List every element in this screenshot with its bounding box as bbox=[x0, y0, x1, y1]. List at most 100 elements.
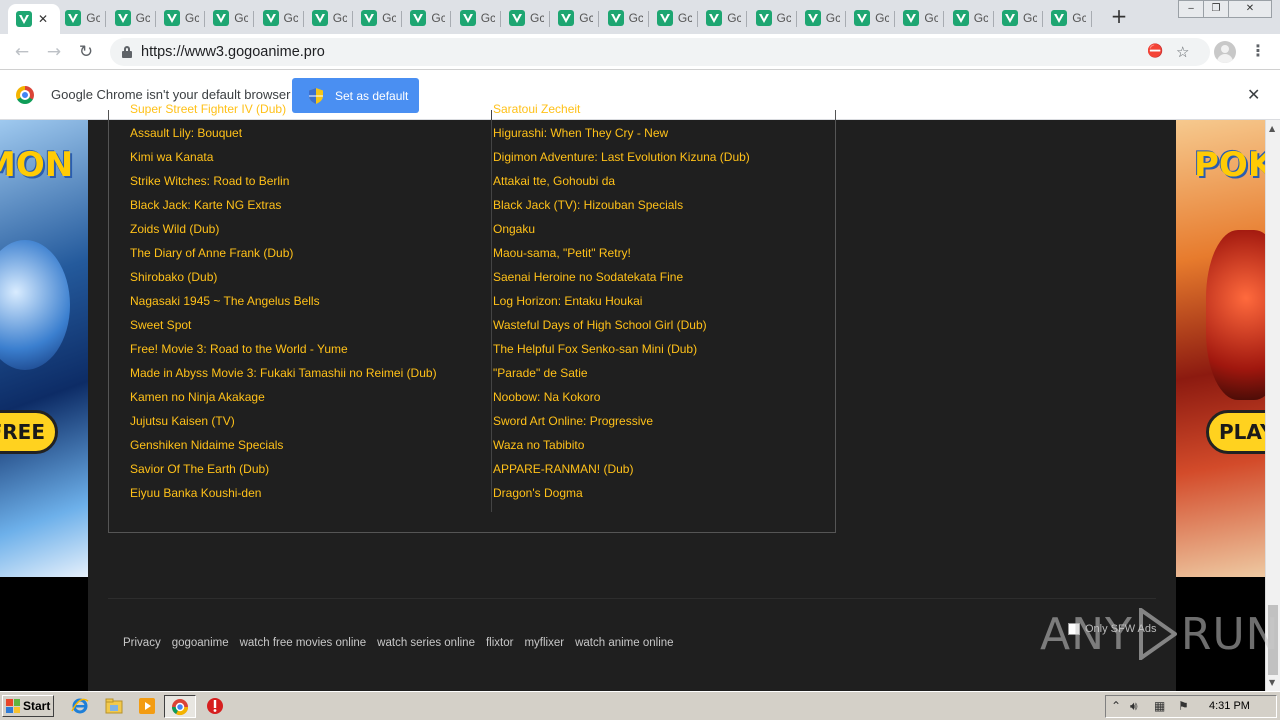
site-favicon-icon bbox=[755, 10, 772, 26]
anime-title-link[interactable]: Super Street Fighter IV (Dub) bbox=[130, 102, 286, 116]
action-center-flag-icon[interactable]: ⚑ bbox=[1178, 699, 1189, 713]
right-side-ad[interactable]: POK PLAY bbox=[1176, 120, 1265, 577]
footer-link[interactable]: watch anime online bbox=[575, 637, 673, 649]
anime-title-link[interactable]: "Parade" de Satie bbox=[493, 366, 588, 380]
anime-title-link[interactable]: Attakai tte, Gohoubi da bbox=[493, 174, 615, 188]
browser-tab[interactable]: Gc bbox=[402, 4, 452, 32]
anime-title-link[interactable]: Digimon Adventure: Last Evolution Kizuna… bbox=[493, 150, 750, 164]
browser-tab[interactable]: Gc bbox=[107, 4, 156, 32]
browser-tab[interactable]: Gc bbox=[649, 4, 698, 32]
close-window-button[interactable]: ✕ bbox=[1228, 0, 1272, 18]
anime-title-link[interactable]: APPARE-RANMAN! (Dub) bbox=[493, 462, 633, 476]
tab-title: Gc bbox=[480, 11, 495, 25]
browser-tab[interactable]: Gc bbox=[748, 4, 797, 32]
tray-expand-icon[interactable]: ⌃ bbox=[1111, 699, 1121, 713]
minimize-button[interactable]: ‒ bbox=[1178, 0, 1204, 18]
scroll-up-arrow-icon[interactable]: ▲ bbox=[1269, 124, 1275, 133]
anime-title-link[interactable]: Dragon's Dogma bbox=[493, 486, 583, 500]
anime-title-link[interactable]: Sword Art Online: Progressive bbox=[493, 414, 653, 428]
anime-title-link[interactable]: Jujutsu Kaisen (TV) bbox=[130, 414, 235, 428]
bookmark-star-icon[interactable]: ☆ bbox=[1176, 43, 1189, 61]
anime-title-link[interactable]: Nagasaki 1945 ~ The Angelus Bells bbox=[130, 294, 320, 308]
anime-title-link[interactable]: Shirobako (Dub) bbox=[130, 270, 217, 284]
start-button[interactable]: Start bbox=[2, 695, 54, 717]
anime-title-link[interactable]: Black Jack: Karte NG Extras bbox=[130, 198, 281, 212]
footer-link[interactable]: gogoanime bbox=[172, 637, 229, 649]
footer-link[interactable]: flixtor bbox=[486, 637, 513, 649]
footer-link[interactable]: watch series online bbox=[377, 637, 475, 649]
browser-tab[interactable]: Gc bbox=[895, 4, 945, 32]
reload-button[interactable]: ↻ bbox=[76, 42, 96, 62]
maximize-button[interactable]: ❐ bbox=[1203, 0, 1229, 18]
browser-tab[interactable]: ✕ bbox=[8, 4, 60, 34]
chrome-menu-button[interactable]: ⋮ bbox=[1250, 41, 1266, 60]
browser-tab[interactable]: Gc bbox=[353, 4, 403, 32]
anime-title-link[interactable]: Eiyuu Banka Koushi-den bbox=[130, 486, 261, 500]
anime-title-link[interactable]: Saenai Heroine no Sodatekata Fine bbox=[493, 270, 683, 284]
browser-tab[interactable]: Gc bbox=[600, 4, 649, 32]
anime-title-link[interactable]: Assault Lily: Bouquet bbox=[130, 126, 242, 140]
browser-tab[interactable]: Gc bbox=[304, 4, 353, 32]
browser-tab[interactable]: Gc bbox=[452, 4, 501, 32]
anime-title-link[interactable]: Wasteful Days of High School Girl (Dub) bbox=[493, 318, 707, 332]
site-favicon-icon bbox=[361, 10, 378, 26]
close-tab-icon[interactable]: ✕ bbox=[38, 12, 48, 26]
popup-blocked-icon[interactable]: ⛔ bbox=[1147, 44, 1163, 59]
left-side-ad[interactable]: MON FREE bbox=[0, 120, 88, 577]
browser-tab[interactable]: Gc bbox=[698, 4, 748, 32]
anime-title-link[interactable]: Black Jack (TV): Hizouban Specials bbox=[493, 198, 683, 212]
network-icon[interactable]: ▦ bbox=[1154, 699, 1165, 713]
stop-app-icon[interactable] bbox=[206, 697, 224, 715]
anime-title-link[interactable]: Maou-sama, "Petit" Retry! bbox=[493, 246, 631, 260]
internet-explorer-icon[interactable] bbox=[71, 697, 89, 715]
new-tab-button[interactable]: + bbox=[1108, 6, 1130, 28]
ad-free-button[interactable]: FREE bbox=[0, 410, 58, 454]
anime-title-link[interactable]: Log Horizon: Entaku Houkai bbox=[493, 294, 642, 308]
browser-tab[interactable]: Gc bbox=[1043, 4, 1093, 32]
browser-tab[interactable]: Gc bbox=[255, 4, 304, 32]
browser-tab[interactable]: Gc bbox=[797, 4, 846, 32]
anime-title-link[interactable]: Kamen no Ninja Akakage bbox=[130, 390, 265, 404]
browser-tab[interactable]: Gc bbox=[550, 4, 600, 32]
anime-title-link[interactable]: Zoids Wild (Dub) bbox=[130, 222, 219, 236]
anime-title-link[interactable]: Noobow: Na Kokoro bbox=[493, 390, 600, 404]
file-explorer-icon[interactable] bbox=[105, 697, 123, 715]
taskbar-clock[interactable]: 4:31 PM bbox=[1209, 700, 1250, 712]
anime-title-link[interactable]: Ongaku bbox=[493, 222, 535, 236]
anime-title-link[interactable]: Genshiken Nidaime Specials bbox=[130, 438, 283, 452]
set-as-default-button[interactable]: Set as default bbox=[292, 78, 419, 113]
anime-title-link[interactable]: Made in Abyss Movie 3: Fukaki Tamashii n… bbox=[130, 366, 437, 380]
anime-title-link[interactable]: Strike Witches: Road to Berlin bbox=[130, 174, 289, 188]
anime-title-link[interactable]: Sweet Spot bbox=[130, 318, 191, 332]
volume-icon[interactable]: 🔊︎ bbox=[1130, 699, 1138, 714]
anime-title-link[interactable]: The Helpful Fox Senko-san Mini (Dub) bbox=[493, 342, 697, 356]
anime-title-link[interactable]: Savior Of The Earth (Dub) bbox=[130, 462, 269, 476]
footer-link[interactable]: watch free movies online bbox=[240, 637, 367, 649]
anime-title-link[interactable]: Kimi wa Kanata bbox=[130, 150, 213, 164]
footer-link[interactable]: Privacy bbox=[123, 637, 161, 649]
anime-title-link[interactable]: Saratoui Zecheit bbox=[493, 102, 580, 116]
anime-title-link[interactable]: Waza no Tabibito bbox=[493, 438, 584, 452]
footer-link[interactable]: myflixer bbox=[524, 637, 564, 649]
browser-tab[interactable]: Gc bbox=[205, 4, 255, 32]
anime-title-link[interactable]: The Diary of Anne Frank (Dub) bbox=[130, 246, 293, 260]
forward-button[interactable]: → bbox=[44, 42, 64, 62]
anime-title-link[interactable]: Free! Movie 3: Road to the World - Yume bbox=[130, 342, 348, 356]
media-player-icon[interactable] bbox=[138, 697, 156, 715]
scroll-down-arrow-icon[interactable]: ▼ bbox=[1269, 678, 1275, 687]
browser-tab[interactable]: Gc bbox=[846, 4, 896, 32]
browser-tab[interactable]: Gc bbox=[501, 4, 550, 32]
infobar-close-icon[interactable]: ✕ bbox=[1247, 85, 1260, 104]
profile-avatar[interactable] bbox=[1214, 41, 1236, 63]
browser-tab[interactable]: Gc bbox=[57, 4, 107, 32]
browser-tab[interactable]: Gc bbox=[994, 4, 1043, 32]
browser-tab[interactable]: Gc bbox=[156, 4, 205, 32]
ad-play-button[interactable]: PLAY bbox=[1206, 410, 1265, 454]
anime-title-link[interactable]: Higurashi: When They Cry - New bbox=[493, 126, 668, 140]
url-text[interactable]: https://www3.gogoanime.pro bbox=[141, 44, 325, 60]
address-bar[interactable]: https://www3.gogoanime.pro ⛔ ☆ bbox=[110, 38, 1210, 66]
back-button[interactable]: ← bbox=[12, 42, 32, 62]
page-scrollbar[interactable]: ▲ ▼ bbox=[1265, 120, 1280, 691]
browser-tab[interactable]: Gc bbox=[945, 4, 994, 32]
taskbar-chrome-active[interactable] bbox=[164, 695, 196, 718]
